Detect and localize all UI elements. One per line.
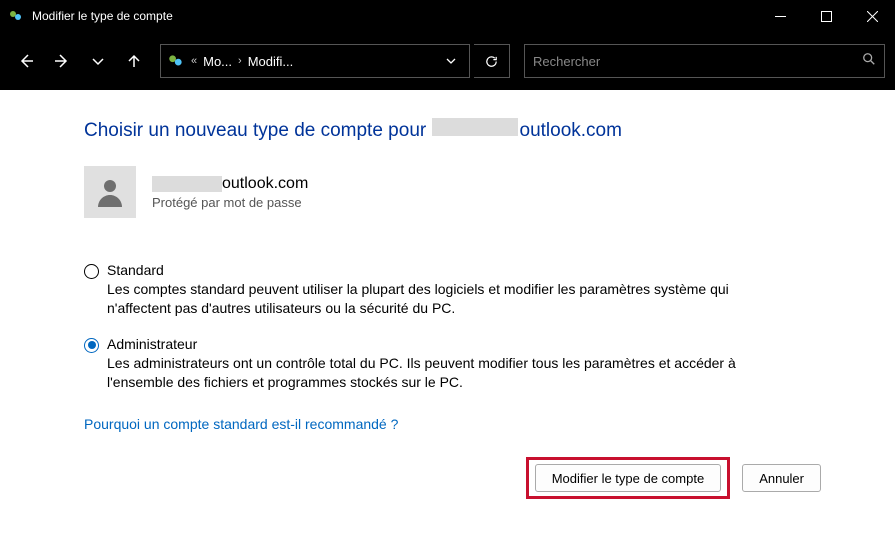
option-standard[interactable]: Standard Les comptes standard peuvent ut… — [84, 262, 821, 318]
change-account-type-button[interactable]: Modifier le type de compte — [535, 464, 721, 492]
address-bar[interactable]: « Mo... › Modifi... — [160, 44, 470, 78]
option-admin-label: Administrateur — [107, 336, 821, 352]
radio-admin[interactable] — [84, 338, 99, 353]
recent-dropdown[interactable] — [82, 45, 114, 77]
cancel-button[interactable]: Annuler — [742, 464, 821, 492]
search-placeholder: Rechercher — [533, 54, 600, 69]
close-button[interactable] — [849, 0, 895, 32]
highlight-box: Modifier le type de compte — [526, 457, 730, 499]
search-input[interactable]: Rechercher — [524, 44, 885, 78]
back-button[interactable] — [10, 45, 42, 77]
maximize-button[interactable] — [803, 0, 849, 32]
radio-standard[interactable] — [84, 264, 99, 279]
title-bar: Modifier le type de compte — [0, 0, 895, 32]
address-dropdown[interactable] — [439, 45, 463, 77]
redacted-name — [432, 118, 518, 136]
heading-prefix: Choisir un nouveau type de compte pour — [84, 120, 432, 141]
breadcrumb-seg-1[interactable]: Mo... — [203, 54, 232, 69]
redacted-email-prefix — [152, 176, 222, 192]
option-standard-desc: Les comptes standard peuvent utiliser la… — [107, 280, 747, 318]
refresh-button[interactable] — [474, 44, 510, 78]
chevron-right-icon: › — [236, 55, 244, 67]
chevron-left-icon: « — [189, 55, 199, 67]
address-icon — [167, 52, 185, 70]
avatar — [84, 166, 136, 218]
breadcrumb-seg-2[interactable]: Modifi... — [248, 54, 294, 69]
window-controls — [757, 0, 895, 32]
window-title: Modifier le type de compte — [32, 9, 173, 23]
search-icon — [862, 52, 876, 71]
page-title: Choisir un nouveau type de compte pour o… — [84, 118, 821, 142]
nav-bar: « Mo... › Modifi... Rechercher — [0, 32, 895, 90]
content-area: Choisir un nouveau type de compte pour o… — [0, 90, 895, 432]
option-admin[interactable]: Administrateur Les administrateurs ont u… — [84, 336, 821, 392]
user-subtext: Protégé par mot de passe — [152, 195, 308, 210]
app-icon — [8, 8, 24, 24]
user-info: outlook.com Protégé par mot de passe — [152, 175, 308, 210]
help-link[interactable]: Pourquoi un compte standard est-il recom… — [84, 416, 821, 432]
option-standard-label: Standard — [107, 262, 821, 278]
email-suffix: outlook.com — [222, 175, 308, 193]
option-admin-desc: Les administrateurs ont un contrôle tota… — [107, 354, 747, 392]
user-summary: outlook.com Protégé par mot de passe — [84, 166, 821, 218]
up-button[interactable] — [118, 45, 150, 77]
minimize-button[interactable] — [757, 0, 803, 32]
button-row: Modifier le type de compte Annuler — [526, 457, 821, 499]
forward-button[interactable] — [46, 45, 78, 77]
heading-suffix: outlook.com — [520, 120, 622, 141]
user-email: outlook.com — [152, 175, 308, 193]
account-type-options: Standard Les comptes standard peuvent ut… — [84, 262, 821, 392]
